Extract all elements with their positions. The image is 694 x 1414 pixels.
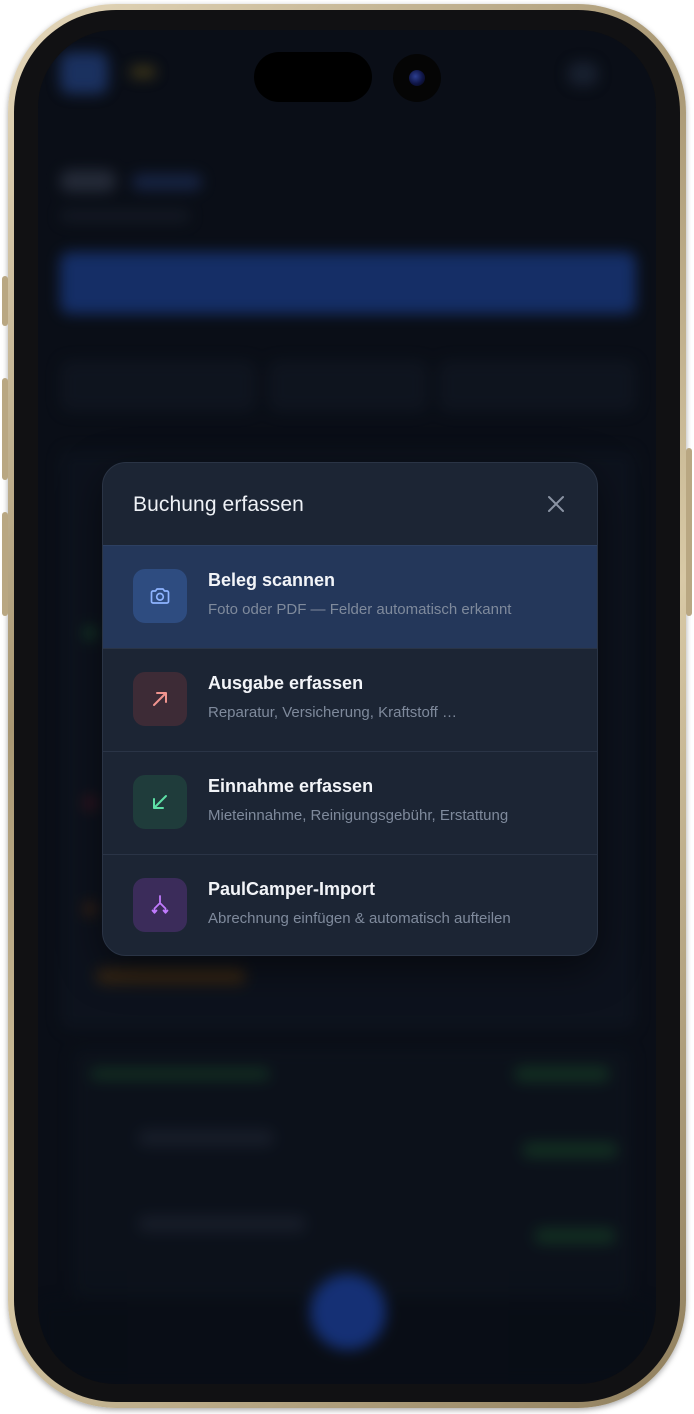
action-button — [2, 276, 8, 326]
option-subtitle: Foto oder PDF — Felder automatisch erkan… — [208, 601, 512, 618]
dynamic-island — [254, 52, 372, 102]
option-icon-box — [133, 878, 187, 932]
option-scan-receipt[interactable]: Beleg scannen Foto oder PDF — Felder aut… — [103, 545, 597, 648]
phone-screen: Buchung erfassen Beleg scannen Foto oder… — [38, 30, 656, 1384]
option-add-expense[interactable]: Ausgabe erfassen Reparatur, Versicherung… — [103, 648, 597, 751]
option-subtitle: Reparatur, Versicherung, Kraftstoff … — [208, 704, 458, 721]
option-subtitle: Abrechnung einfügen & automatisch auftei… — [208, 910, 511, 927]
booking-dialog: Buchung erfassen Beleg scannen Foto oder… — [102, 462, 598, 956]
camera-icon — [150, 588, 170, 604]
volume-up-button — [2, 378, 8, 480]
option-title: PaulCamper-Import — [208, 879, 376, 899]
dialog-header: Buchung erfassen — [103, 463, 597, 545]
dialog-title: Buchung erfassen — [133, 493, 304, 516]
option-subtitle: Mieteinnahme, Reinigungsgebühr, Erstattu… — [208, 807, 509, 824]
option-add-income[interactable]: Einnahme erfassen Mieteinnahme, Reinigun… — [103, 751, 597, 854]
close-icon — [548, 496, 564, 512]
front-camera — [393, 54, 441, 102]
option-icon-box — [133, 672, 187, 726]
option-title: Ausgabe erfassen — [208, 673, 364, 693]
option-icon-box — [133, 569, 187, 623]
arrow-down-left-icon — [153, 795, 167, 809]
option-paulcamper-import[interactable]: PaulCamper-Import Abrechnung einfügen & … — [103, 854, 597, 955]
close-button[interactable] — [543, 491, 569, 517]
volume-down-button — [2, 512, 8, 616]
arrow-up-right-icon — [153, 692, 167, 706]
split-arrows-icon — [151, 895, 169, 914]
option-title: Beleg scannen — [208, 570, 336, 590]
camera-lens — [409, 70, 425, 86]
option-icon-box — [133, 775, 187, 829]
power-button — [686, 448, 692, 616]
option-title: Einnahme erfassen — [208, 776, 374, 796]
